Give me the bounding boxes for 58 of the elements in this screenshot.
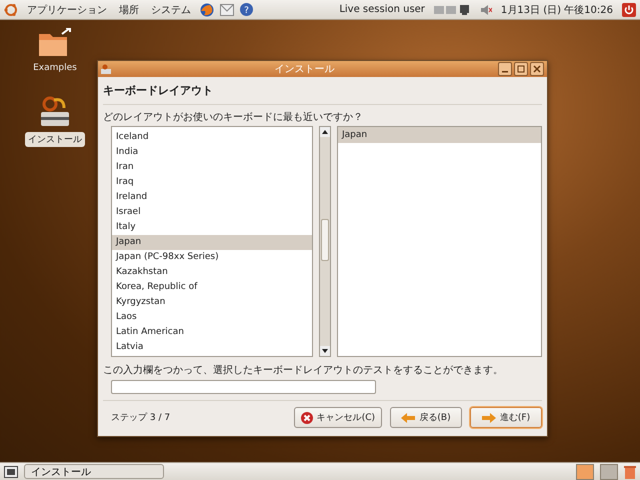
scrollbar[interactable] bbox=[319, 126, 331, 357]
list-item[interactable]: Latin American bbox=[112, 325, 312, 340]
forward-button[interactable]: 進む(F) bbox=[470, 407, 542, 428]
list-item[interactable]: Iraq bbox=[112, 175, 312, 190]
mail-icon[interactable] bbox=[220, 4, 234, 16]
cancel-icon bbox=[300, 412, 313, 424]
user-name[interactable]: Live session user bbox=[336, 4, 428, 15]
scrollbar-thumb[interactable] bbox=[321, 219, 329, 261]
list-item[interactable]: Kyrgyzstan bbox=[112, 295, 312, 310]
list-item[interactable]: Iceland bbox=[112, 130, 312, 145]
installer-icon bbox=[101, 64, 111, 74]
list-item[interactable]: Iran bbox=[112, 160, 312, 175]
workspace-switcher[interactable] bbox=[600, 464, 618, 480]
speaker-icon[interactable] bbox=[480, 4, 492, 16]
test-input-field[interactable] bbox=[111, 380, 376, 394]
trash-icon[interactable] bbox=[624, 464, 636, 478]
help-icon[interactable]: ? bbox=[240, 3, 253, 16]
clock[interactable]: 1月13日 (日) 午後10:26 bbox=[498, 2, 616, 16]
list-item[interactable]: Italy bbox=[112, 220, 312, 235]
window-title: インストール bbox=[274, 63, 336, 76]
page-heading: キーボードレイアウト bbox=[103, 81, 542, 105]
step-text: ステップ 3 / 7 bbox=[110, 411, 172, 424]
menu[interactable]: システム bbox=[148, 2, 194, 16]
back-button[interactable]: 戻る(B) bbox=[390, 407, 462, 428]
list-item[interactable]: Japan bbox=[112, 235, 312, 250]
list-item[interactable]: Japan bbox=[338, 127, 541, 143]
down-arrow-icon[interactable] bbox=[322, 349, 328, 353]
list-item[interactable]: Kazakhstan bbox=[112, 265, 312, 280]
installer-icon[interactable] bbox=[38, 96, 72, 128]
list-item[interactable]: Ireland bbox=[112, 190, 312, 205]
taskbar-item[interactable]: インストール bbox=[24, 464, 164, 479]
desktop-icon-label[interactable]: Examples bbox=[30, 62, 80, 74]
browser-icon[interactable] bbox=[200, 2, 214, 16]
maximize-icon bbox=[517, 65, 525, 73]
maximize-button[interactable] bbox=[514, 62, 528, 76]
ubuntu-logo-icon[interactable] bbox=[4, 2, 18, 16]
close-icon bbox=[533, 65, 541, 73]
list-item[interactable]: Korea, Republic of bbox=[112, 280, 312, 295]
close-button[interactable] bbox=[530, 62, 544, 76]
desktop-icon-label[interactable]: インストール bbox=[25, 132, 85, 147]
workspace-switcher[interactable] bbox=[576, 464, 594, 480]
minimize-button[interactable] bbox=[498, 62, 512, 76]
list-item[interactable]: Laos bbox=[112, 310, 312, 325]
question-text: どのレイアウトがお使いのキーボードに最も近いですか？ bbox=[103, 110, 364, 124]
list-item[interactable]: Japan (PC-98xx Series) bbox=[112, 250, 312, 265]
list-item[interactable]: Latvia bbox=[112, 340, 312, 355]
right-arrow-icon bbox=[482, 412, 496, 422]
cancel-button[interactable]: キャンセル(C) bbox=[294, 407, 382, 428]
list-item[interactable]: Israel bbox=[112, 205, 312, 220]
show-desktop-icon[interactable] bbox=[4, 466, 18, 478]
test-hint-text: この入力欄をつかって、選択したキーボードレイアウトのテストをすることができます。 bbox=[103, 364, 504, 377]
up-arrow-icon[interactable] bbox=[322, 130, 328, 134]
folder-icon[interactable] bbox=[36, 28, 73, 58]
power-icon[interactable] bbox=[622, 2, 636, 16]
menu[interactable]: アプリケーション bbox=[24, 2, 110, 16]
menu[interactable]: 場所 bbox=[116, 2, 142, 16]
list-item[interactable]: India bbox=[112, 145, 312, 160]
left-arrow-icon bbox=[401, 412, 416, 422]
